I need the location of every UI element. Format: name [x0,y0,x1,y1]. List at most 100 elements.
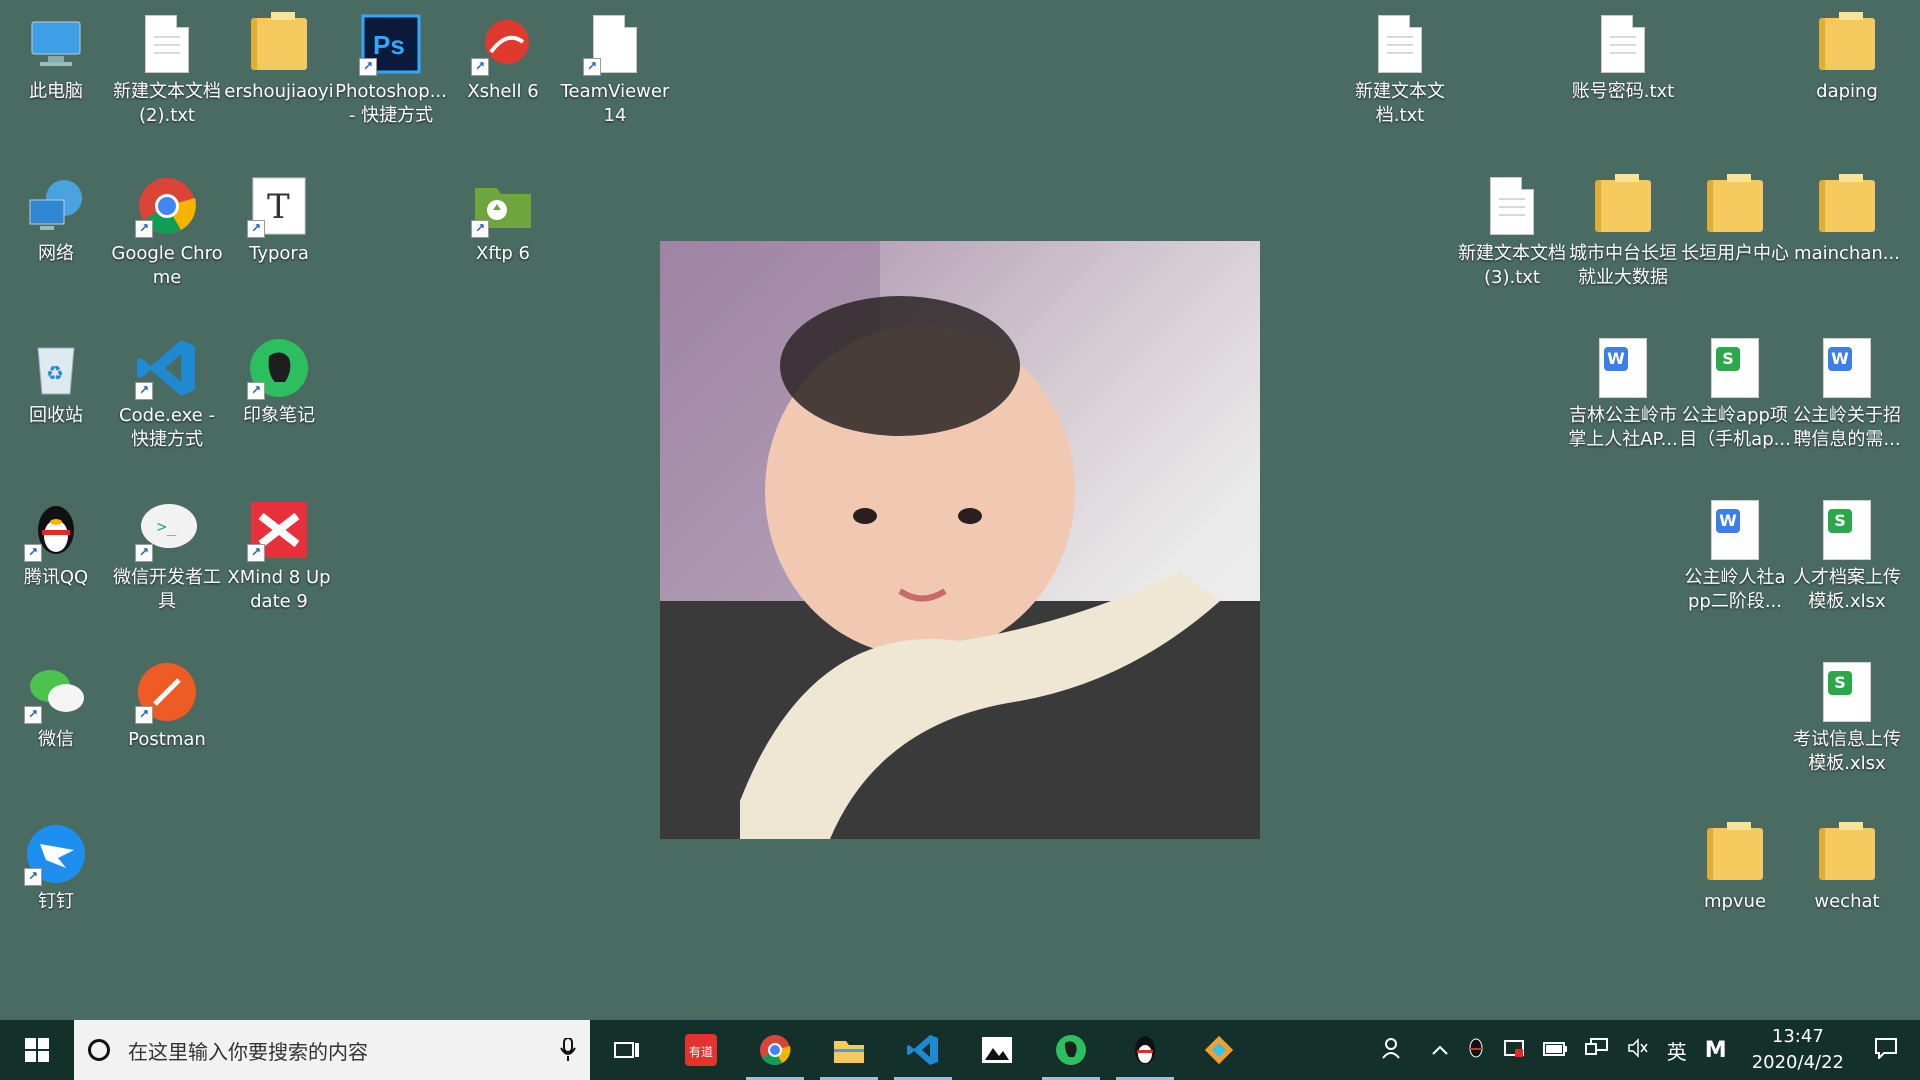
qq-tray-icon[interactable] [1467,1037,1485,1064]
taskbar-app-qq[interactable] [1108,1020,1182,1080]
shortcut-arrow-icon: ↗ [135,382,153,400]
taskbar-app-git[interactable] [1182,1020,1256,1080]
shortcut-arrow-icon: ↗ [135,544,153,562]
desktop-icon-accounts-txt[interactable]: 账号密码.txt [1568,4,1678,104]
ime-language-indicator[interactable]: 英 [1667,1036,1687,1065]
desktop-icon-gzl-app-sheet[interactable]: S 公主岭app项目（手机ap... [1679,328,1791,452]
desktop-icon-user-center[interactable]: 长垣用户中心 [1680,166,1790,266]
spreadsheet-icon: S [1703,336,1767,400]
desktop-icon-mpvue[interactable]: mpvue [1680,814,1790,914]
typora-icon: T ↗ [247,174,311,238]
desktop-icon-new-txt-3[interactable]: 新建文本文档 (3).txt [1457,166,1567,290]
icon-label: 长垣用户中心 [1681,243,1789,264]
icon-label: Typora [249,243,309,264]
desktop-icon-mainchan[interactable]: mainchan... [1792,166,1902,266]
blank-file-icon: ↗ [583,12,647,76]
desktop-icon-evernote[interactable]: ↗ 印象笔记 [224,328,334,428]
icon-label: daping [1816,81,1878,102]
volume-muted-icon[interactable] [1627,1037,1649,1063]
shortcut-arrow-icon: ↗ [471,58,489,76]
icon-label: Postman [128,729,206,750]
desktop-icon-network[interactable]: 网络 [1,166,111,266]
search-placeholder: 在这里输入你要搜索的内容 [128,1039,368,1064]
icon-label: 吉林公主岭市掌上人社AP... [1568,405,1678,450]
evernote-icon: ↗ [247,336,311,400]
icon-label: wechat [1814,891,1880,912]
shortcut-arrow-icon: ↗ [247,544,265,562]
desktop-icon-xftp[interactable]: ↗ Xftp 6 [448,166,558,266]
desktop-icon-wechat-folder[interactable]: wechat [1792,814,1902,914]
icon-label: Xftp 6 [475,243,530,264]
svg-text:♻: ♻ [46,361,64,385]
desktop-icon-ershoujiaoyi[interactable]: ershoujiaoyi [224,4,334,104]
desktop-icon-chrome[interactable]: ↗ Google Chrome [111,166,223,290]
people-icon[interactable] [1382,1037,1404,1064]
photoshop-icon: Ps ↗ [359,12,423,76]
git-icon [1204,1035,1234,1065]
svg-text:>_: >_ [157,517,177,536]
vscode-icon: ↗ [135,336,199,400]
desktop-icon-xshell[interactable]: ↗ Xshell 6 [448,4,558,104]
desktop-icon-new-txt[interactable]: 新建文本文档.txt [1345,4,1455,128]
desktop-icon-jilin-doc[interactable]: W 吉林公主岭市掌上人社AP... [1568,328,1678,452]
taskbar-app-evernote[interactable] [1034,1020,1108,1080]
desktop-icon-wechat[interactable]: ↗ 微信 [1,652,111,752]
desktop-icon-wx-devtools[interactable]: >_ ↗ 微信开发者工具 [112,490,222,614]
icon-label: 账号密码.txt [1571,81,1675,102]
icon-label: XMind 8 Update 9 [227,567,331,612]
chevron-up-icon[interactable] [1431,1040,1449,1061]
folder-icon [1815,822,1879,886]
icon-label: 回收站 [29,405,83,426]
desktop-icon-gzl-recruit-doc[interactable]: W 公主岭关于招聘信息的需... [1792,328,1902,452]
desktop-icon-talent-sheet[interactable]: S 人才档案上传模板.xlsx [1792,490,1902,614]
chrome-icon [760,1035,791,1065]
taskbar-app-vscode[interactable] [886,1020,960,1080]
network-tray-icon[interactable] [1584,1037,1609,1063]
icon-label: Photoshop... - 快捷方式 [335,81,447,126]
icon-label: mainchan... [1794,243,1900,264]
network-icon [24,174,88,238]
taskbar-app-chrome[interactable] [738,1020,812,1080]
ime-mode-indicator[interactable]: M [1705,1038,1727,1063]
desktop-icon-daping[interactable]: daping [1792,4,1902,104]
desktop-icon-photoshop[interactable]: Ps ↗ Photoshop... - 快捷方式 [335,4,447,128]
shortcut-arrow-icon: ↗ [583,58,601,76]
desktop-icon-teamviewer[interactable]: ↗ TeamViewer 14 [560,4,670,128]
xmind-icon: ↗ [247,498,311,562]
desktop-icon-postman[interactable]: ↗ Postman [112,652,222,752]
desktop-icon-this-pc[interactable]: 此电脑 [1,4,111,104]
postman-icon: ↗ [135,660,199,724]
word-document-icon: W [1591,336,1655,400]
taskbar-app-file-explorer[interactable] [812,1020,886,1080]
security-tray-icon[interactable] [1503,1037,1525,1064]
desktop-icon-vscode[interactable]: ↗ Code.exe - 快捷方式 [112,328,222,452]
desktop-icon-dingtalk[interactable]: ↗ 钉钉 [1,814,111,914]
desktop-icon-recycle-bin[interactable]: ♻ 回收站 [1,328,111,428]
shortcut-arrow-icon: ↗ [24,706,42,724]
desktop-icon-xmind[interactable]: ↗ XMind 8 Update 9 [224,490,334,614]
icon-label: 印象笔记 [243,405,315,426]
taskbar-search-box[interactable]: 在这里输入你要搜索的内容 [74,1020,590,1080]
folder-icon [1815,174,1879,238]
clock[interactable]: 13:47 2020/4/22 [1736,1024,1860,1076]
folder-icon [1703,822,1767,886]
taskbar-app-youdao[interactable]: 有道 [664,1020,738,1080]
desktop-icon-exam-sheet[interactable]: S 考试信息上传模板.xlsx [1792,652,1902,776]
desktop-icon-city-platform[interactable]: 城市中台长垣就业大数据 [1568,166,1678,290]
battery-icon[interactable] [1542,1040,1567,1061]
task-view-button[interactable] [590,1020,664,1080]
desktop-icon-qq[interactable]: ↗ 腾讯QQ [1,490,111,590]
action-center-icon[interactable] [1874,1037,1898,1064]
icon-label: 公主岭人社app二阶段... [1684,567,1786,612]
recycle-bin-icon: ♻ [24,336,88,400]
desktop-icon-txt-2[interactable]: 新建文本文档 (2).txt [112,4,222,128]
microphone-icon[interactable] [560,1038,576,1062]
wechat-icon: ↗ [24,660,88,724]
start-button[interactable] [0,1020,74,1080]
desktop-icon-typora[interactable]: T ↗ Typora [224,166,334,266]
shortcut-arrow-icon: ↗ [247,382,265,400]
taskbar-app-photos[interactable] [960,1020,1034,1080]
desktop-icon-gzl-stage2-doc[interactable]: W 公主岭人社app二阶段... [1680,490,1790,614]
icon-label: 钉钉 [38,891,74,912]
shortcut-arrow-icon: ↗ [24,868,42,886]
